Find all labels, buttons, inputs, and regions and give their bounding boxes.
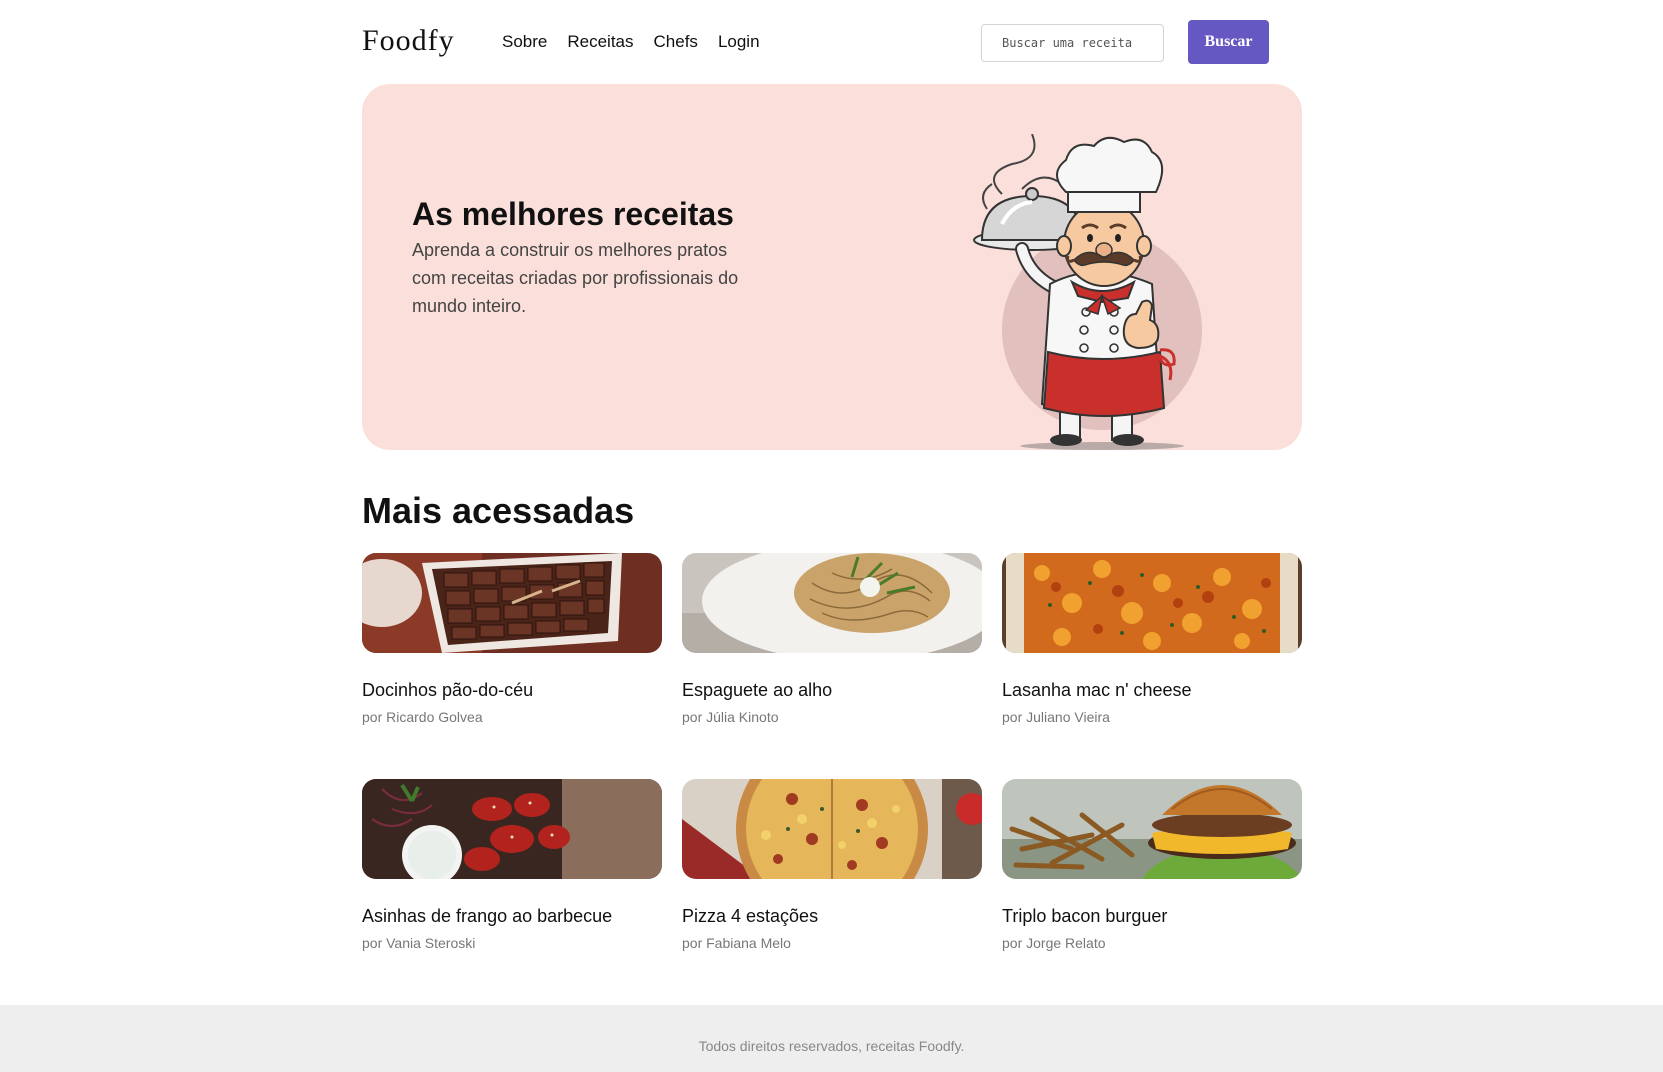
- recipe-card[interactable]: Lasanha mac n' cheese por Juliano Vieira: [1002, 553, 1302, 779]
- recipe-image-pizza[interactable]: [682, 779, 982, 879]
- recipe-card[interactable]: Triplo bacon burguer por Jorge Relato: [1002, 779, 1302, 1005]
- recipe-card[interactable]: Asinhas de frango ao barbecue por Vania …: [362, 779, 662, 1005]
- nav-link-chefs[interactable]: Chefs: [654, 32, 698, 52]
- recipe-author: por Ricardo Golvea: [362, 709, 483, 725]
- logo[interactable]: Foodfy: [362, 24, 455, 58]
- recipe-author: por Juliano Vieira: [1002, 709, 1110, 725]
- nav-link-sobre[interactable]: Sobre: [502, 32, 547, 52]
- recipe-title[interactable]: Lasanha mac n' cheese: [1002, 680, 1302, 701]
- recipe-grid: Docinhos pão-do-céu por Ricardo Golvea E…: [362, 553, 1302, 1005]
- recipe-title[interactable]: Espaguete ao alho: [682, 680, 982, 701]
- recipe-author: por Jorge Relato: [1002, 935, 1106, 951]
- recipe-title[interactable]: Triplo bacon burguer: [1002, 906, 1302, 927]
- recipe-card[interactable]: Docinhos pão-do-céu por Ricardo Golvea: [362, 553, 662, 779]
- recipe-image-burger[interactable]: [1002, 779, 1302, 879]
- search-button[interactable]: Buscar: [1188, 20, 1269, 64]
- footer-text: Todos direitos reservados, receitas Food…: [698, 1038, 965, 1054]
- recipe-image-lasagna[interactable]: [1002, 553, 1302, 653]
- hero-description: Aprenda a construir os melhores pratos c…: [412, 240, 739, 316]
- main-nav: Sobre Receitas Chefs Login: [502, 32, 760, 52]
- recipe-author: por Júlia Kinoto: [682, 709, 779, 725]
- recipe-title[interactable]: Pizza 4 estações: [682, 906, 982, 927]
- page: Foodfy Sobre Receitas Chefs Login Buscar…: [0, 0, 1663, 1072]
- nav-link-receitas[interactable]: Receitas: [567, 32, 633, 52]
- recipe-author: por Fabiana Melo: [682, 935, 791, 951]
- hero-banner: As melhores receitas Aprenda a construir…: [362, 84, 1302, 450]
- recipe-card[interactable]: Espaguete ao alho por Júlia Kinoto: [682, 553, 982, 779]
- footer: Todos direitos reservados, receitas Food…: [0, 1005, 1663, 1072]
- recipe-title[interactable]: Docinhos pão-do-céu: [362, 680, 662, 701]
- hero-title: As melhores receitas: [412, 196, 734, 232]
- recipe-title[interactable]: Asinhas de frango ao barbecue: [362, 906, 662, 927]
- search-input[interactable]: [981, 24, 1164, 62]
- nav-link-login[interactable]: Login: [718, 32, 760, 52]
- recipe-card[interactable]: Pizza 4 estações por Fabiana Melo: [682, 779, 982, 1005]
- section-title: Mais acessadas: [362, 490, 635, 531]
- recipe-image-chocolates[interactable]: [362, 553, 662, 653]
- recipe-image-spaghetti[interactable]: [682, 553, 982, 653]
- header: Foodfy Sobre Receitas Chefs Login Buscar: [362, 20, 1302, 64]
- recipe-author: por Vania Steroski: [362, 935, 476, 951]
- recipe-image-chicken-wings[interactable]: [362, 779, 662, 879]
- chef-illustration: [973, 134, 1202, 450]
